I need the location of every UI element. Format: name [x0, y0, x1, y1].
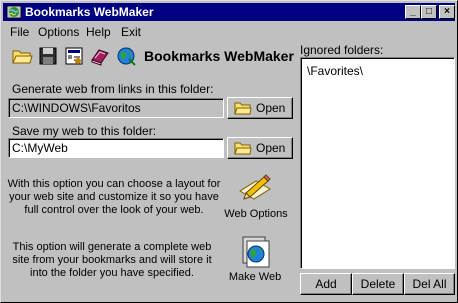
- delete-button[interactable]: Delete: [352, 273, 404, 295]
- make-web-globe-icon[interactable]: [239, 235, 273, 269]
- delete-all-button[interactable]: Del All: [404, 273, 455, 295]
- books-icon[interactable]: [89, 45, 111, 67]
- source-folder-field[interactable]: C:\WINDOWS\Favoritos: [8, 98, 224, 118]
- ignored-folders-list[interactable]: \Favorites\: [300, 57, 455, 269]
- target-open-label: Open: [256, 141, 286, 155]
- title-bar[interactable]: Bookmarks WebMaker _ □ ×: [3, 3, 455, 21]
- source-open-button[interactable]: Open: [227, 97, 293, 119]
- open-folder-icon: [234, 142, 252, 155]
- source-open-label: Open: [256, 101, 286, 115]
- target-folder-input[interactable]: C:\MyWeb: [8, 138, 224, 158]
- app-window: Bookmarks WebMaker _ □ × File Options He…: [0, 0, 458, 303]
- make-web-description: This option will generate a complete web…: [12, 241, 212, 279]
- ignored-folders-label: Ignored folders:: [300, 43, 384, 57]
- close-button[interactable]: ×: [439, 5, 455, 19]
- make-web-label[interactable]: Make Web: [223, 271, 287, 284]
- open-folder-icon[interactable]: [11, 45, 33, 67]
- source-folder-label: Generate web from links in this folder:: [12, 82, 214, 96]
- app-brand-title: Bookmarks WebMaker: [144, 48, 294, 64]
- minimize-button[interactable]: _: [405, 5, 421, 19]
- globe-icon[interactable]: [115, 45, 137, 67]
- window-title: Bookmarks WebMaker: [25, 5, 154, 19]
- target-open-button[interactable]: Open: [227, 137, 293, 159]
- minimize-icon: _: [410, 6, 416, 17]
- web-options-description: With this option you can choose a layout…: [7, 178, 221, 216]
- settings-icon[interactable]: [63, 45, 85, 67]
- add-button[interactable]: Add: [300, 273, 352, 295]
- list-item[interactable]: \Favorites\: [307, 64, 363, 78]
- close-icon: ×: [444, 6, 450, 17]
- target-folder-label: Save my web to this folder:: [12, 124, 157, 138]
- web-options-label[interactable]: Web Options: [221, 208, 291, 221]
- open-folder-icon: [234, 102, 252, 115]
- menu-file[interactable]: File: [10, 24, 29, 40]
- app-globe-icon[interactable]: [6, 4, 22, 20]
- menu-options[interactable]: Options: [38, 24, 79, 40]
- save-disk-icon[interactable]: [37, 45, 59, 67]
- maximize-icon: □: [425, 6, 433, 17]
- maximize-button[interactable]: □: [421, 5, 437, 19]
- toolbar: Bookmarks WebMaker: [11, 45, 295, 69]
- menu-help[interactable]: Help: [86, 24, 111, 40]
- web-options-pencil-icon[interactable]: [238, 171, 272, 205]
- menu-exit[interactable]: Exit: [121, 24, 141, 40]
